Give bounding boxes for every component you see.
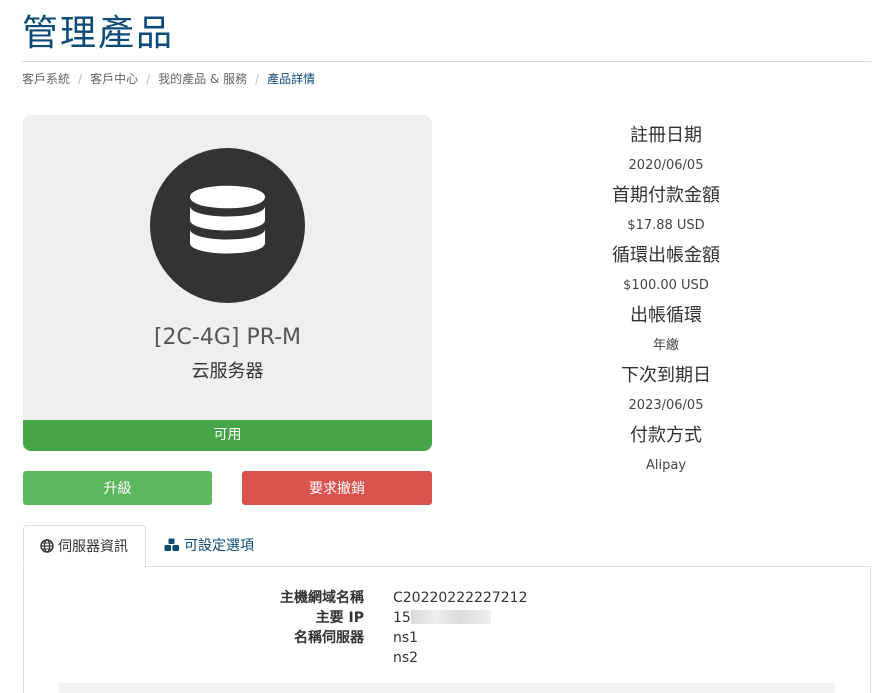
recurring-amount-value: $100.00 USD: [623, 278, 709, 293]
breadcrumb-item-client-system[interactable]: 客戶系統: [22, 72, 70, 86]
breadcrumb: 客戶系統 / 客戶中心 / 我的產品 & 服務 / 產品詳情: [22, 71, 315, 87]
product-card: [2C-4G] PR-M 云服务器 可用: [23, 115, 432, 451]
registration-date-value: 2020/06/05: [628, 158, 704, 173]
nameserver-2-row: ns2: [24, 648, 872, 668]
hostname-row: 主機網域名稱 C20220222227212: [24, 588, 872, 608]
first-payment-value: $17.88 USD: [627, 218, 705, 233]
upgrade-button[interactable]: 升級: [23, 471, 212, 505]
status-badge: 可用: [23, 420, 432, 451]
tab-configurable-options-label: 可設定選項: [184, 538, 254, 554]
product-group: 云服务器: [191, 361, 264, 382]
product-tabs: 伺服器資訊 可設定選項: [23, 525, 871, 567]
page-title: 管理產品: [22, 13, 175, 54]
payment-method-label: 付款方式: [630, 425, 702, 446]
nameserver-1: ns1: [393, 630, 419, 646]
database-icon: [150, 148, 305, 303]
nameserver-2: ns2: [393, 650, 419, 666]
info-well: [59, 683, 835, 693]
breadcrumb-item-client-area[interactable]: 客戶中心: [90, 72, 138, 86]
product-name: [2C-4G] PR-M: [153, 325, 302, 350]
next-due-date-label: 下次到期日: [621, 365, 711, 386]
breadcrumb-separator: /: [78, 72, 83, 86]
breadcrumb-separator: /: [146, 72, 151, 86]
hostname-value: C20220222227212: [393, 590, 528, 606]
tab-configurable-options[interactable]: 可設定選項: [164, 525, 254, 567]
breadcrumb-separator: /: [255, 72, 260, 86]
first-payment-label: 首期付款金額: [612, 185, 720, 206]
cubes-icon: [164, 538, 179, 551]
primary-ip-visible-text: 15: [393, 610, 411, 626]
nameservers-row: 名稱伺服器 ns1: [24, 628, 872, 648]
billing-info-panel: 註冊日期 2020/06/05 首期付款金額 $17.88 USD 循環出帳金額…: [460, 122, 872, 482]
redacted-ip-blur: [410, 610, 491, 624]
primary-ip-row: 主要 IP 15: [24, 608, 872, 628]
billing-cycle-label: 出帳循環: [630, 305, 702, 326]
nameservers-label: 名稱伺服器: [294, 630, 364, 646]
title-divider: [22, 61, 871, 62]
breadcrumb-item-product-details: 產品詳情: [267, 72, 316, 86]
next-due-date-value: 2023/06/05: [628, 398, 704, 413]
hostname-label: 主機網域名稱: [280, 590, 364, 606]
server-info-pane: 主機網域名稱 C20220222227212 主要 IP 15 名稱伺服器 ns…: [23, 566, 871, 693]
globe-icon: [40, 539, 54, 553]
tab-server-info-label: 伺服器資訊: [58, 539, 128, 555]
billing-cycle-value: 年繳: [652, 338, 679, 353]
payment-method-value: Alipay: [645, 458, 687, 473]
request-cancellation-button[interactable]: 要求撤銷: [242, 471, 432, 505]
registration-date-label: 註冊日期: [630, 125, 702, 146]
tab-server-info[interactable]: 伺服器資訊: [23, 525, 146, 567]
recurring-amount-label: 循環出帳金額: [612, 245, 720, 266]
primary-ip-label: 主要 IP: [315, 610, 364, 626]
primary-ip-value: 15: [393, 608, 491, 628]
breadcrumb-item-my-services[interactable]: 我的產品 & 服務: [158, 72, 247, 86]
